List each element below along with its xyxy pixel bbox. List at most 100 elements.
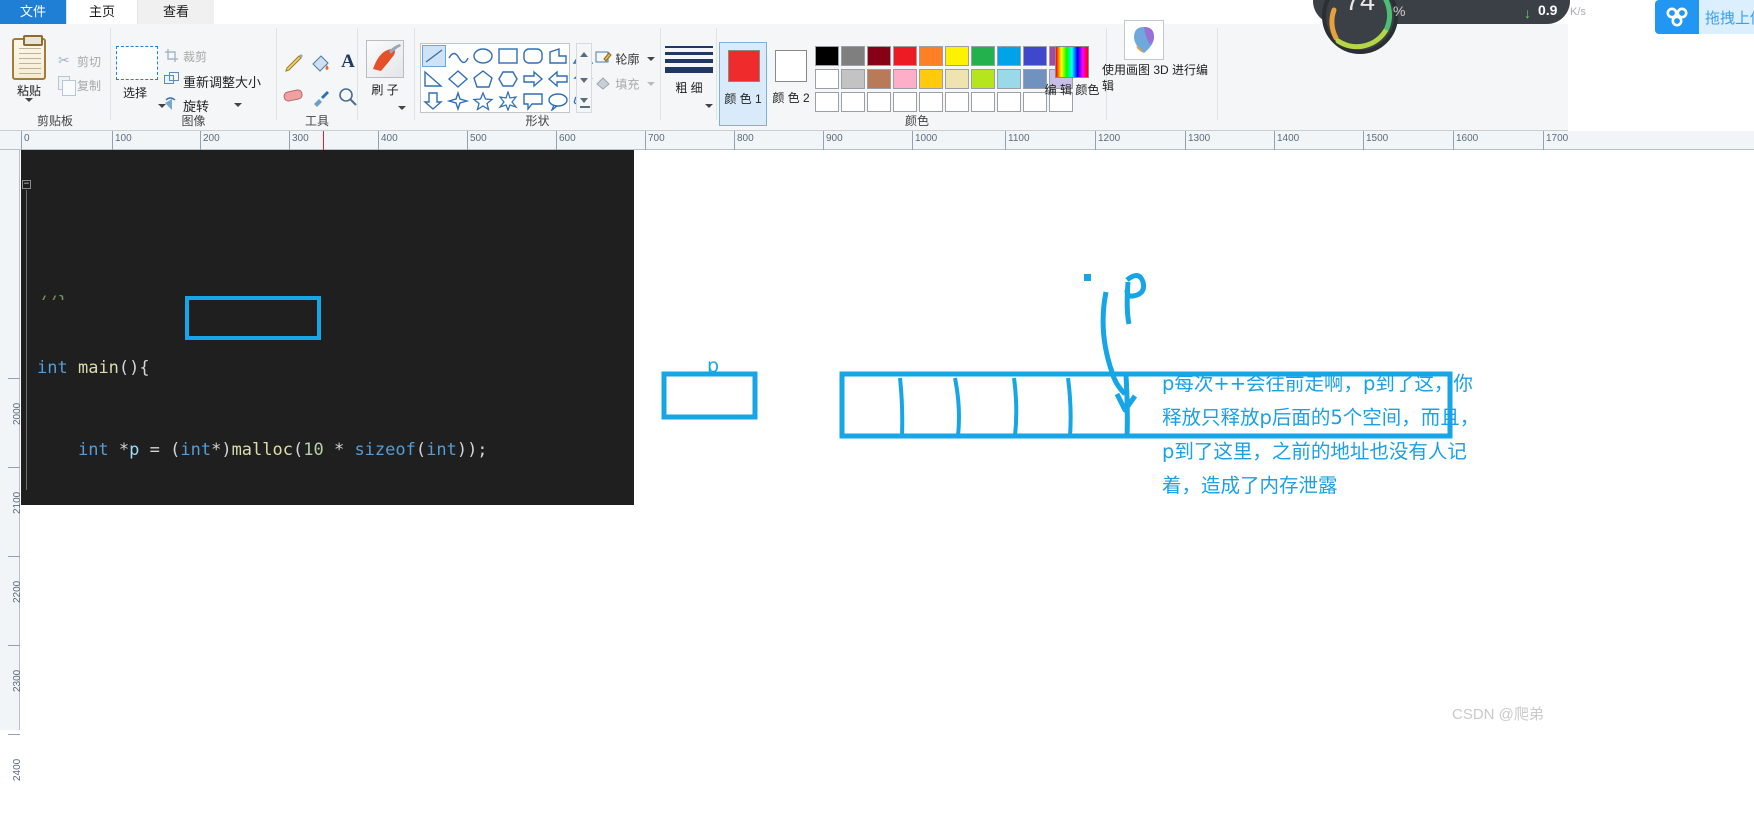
shape-oval[interactable] xyxy=(472,46,496,68)
pencil-icon[interactable] xyxy=(282,52,306,76)
shape-rectangle[interactable] xyxy=(497,46,521,68)
ruler-tick-1200: 1200 xyxy=(1098,133,1121,144)
shape-rounded-rect[interactable] xyxy=(522,46,546,68)
swatch-custom-2[interactable] xyxy=(841,92,865,112)
rotate-dropdown-caret-icon[interactable] xyxy=(234,103,242,107)
paint-canvas[interactable]: − //} int main(){ int *p = (int*)malloc(… xyxy=(21,150,1754,730)
swatch-lightgray[interactable] xyxy=(841,69,865,89)
ruler-tick-800: 800 xyxy=(737,133,754,144)
swatch-custom-1[interactable] xyxy=(815,92,839,112)
shape-callout-oval[interactable] xyxy=(547,91,571,113)
code-fold-toggle-icon[interactable]: − xyxy=(22,180,31,189)
swatch-custom-5[interactable] xyxy=(919,92,943,112)
shape-arrow-left[interactable] xyxy=(547,69,571,91)
ribbon-group-size[interactable]: 粗 细 xyxy=(661,24,717,131)
tab-home[interactable]: 主页 xyxy=(66,0,138,24)
shape-star-4[interactable] xyxy=(447,91,471,113)
ribbon-group-clipboard: 粘贴 ✂ 剪切 复制 剪贴板 xyxy=(0,24,110,131)
shapes-gallery[interactable] xyxy=(420,43,594,113)
ruler-tick-200: 200 xyxy=(203,133,220,144)
ribbon-group-tools: A 工具 xyxy=(277,24,357,131)
crop-label: 裁剪 xyxy=(183,50,208,64)
scroll-up-icon[interactable] xyxy=(580,52,588,57)
swatch-custom-7[interactable] xyxy=(971,92,995,112)
swatch-custom-8[interactable] xyxy=(997,92,1021,112)
fill-icon[interactable] xyxy=(309,52,333,76)
outline-caret-icon[interactable] xyxy=(646,57,655,61)
annotation-line-2: 释放只释放p后面的5个空间，而且， xyxy=(1162,406,1480,429)
brush-button[interactable] xyxy=(366,40,404,78)
shape-arrow-down[interactable] xyxy=(422,91,446,113)
scroll-down-icon[interactable] xyxy=(580,78,588,83)
crop-icon xyxy=(164,48,179,63)
swatch-white[interactable] xyxy=(815,69,839,89)
color-wheel-icon xyxy=(1055,46,1089,78)
shape-arrow-right[interactable] xyxy=(522,69,546,91)
edit-colors-button[interactable]: 编 辑 颜色 xyxy=(1045,46,1099,97)
horizontal-ruler[interactable]: 0 100 200 300 400 500 600 700 800 900 10… xyxy=(0,131,1754,150)
fill-button[interactable]: 填充 xyxy=(595,75,655,93)
shape-curve[interactable] xyxy=(447,46,471,68)
brush-dropdown-caret-icon[interactable] xyxy=(398,106,406,110)
swatch-brown[interactable] xyxy=(867,69,891,89)
ruler-tick-500: 500 xyxy=(470,133,487,144)
group-label-brush xyxy=(358,115,414,129)
select-tool-icon[interactable] xyxy=(116,46,158,80)
scroll-more-icon[interactable] xyxy=(580,98,588,103)
swatch-skyblue[interactable] xyxy=(997,69,1021,89)
shape-callout-rect[interactable] xyxy=(522,91,546,113)
swatch-blue[interactable] xyxy=(997,46,1021,66)
paste-dropdown-caret-icon[interactable] xyxy=(25,98,33,102)
shape-diamond[interactable] xyxy=(447,69,471,91)
eyedropper-icon[interactable] xyxy=(309,86,333,110)
shape-polygon[interactable] xyxy=(547,46,571,68)
shape-pentagon[interactable] xyxy=(472,69,496,91)
cut-label: 剪切 xyxy=(77,55,102,69)
ruler-tick-1000: 1000 xyxy=(915,133,938,144)
swatch-custom-3[interactable] xyxy=(867,92,891,112)
paint-window: 文件 主页 查看 粘贴 ✂ 剪切 复制 剪贴板 选择 裁剪 重新调整大小 旋转 … xyxy=(0,0,1754,816)
shapes-gallery-scroll[interactable] xyxy=(576,43,592,113)
swatch-green[interactable] xyxy=(971,46,995,66)
baidu-netdisk-dropzone[interactable]: 拖拽上传 xyxy=(1655,0,1754,34)
swatch-custom-4[interactable] xyxy=(893,92,917,112)
watermark: CSDN @爬弟 xyxy=(1452,706,1544,723)
swatch-darkred[interactable] xyxy=(867,46,891,66)
ruler-tick-300: 300 xyxy=(292,133,309,144)
tab-view[interactable]: 查看 xyxy=(138,0,214,24)
size-dropdown-caret-icon[interactable] xyxy=(705,104,713,108)
shape-star-6[interactable] xyxy=(497,91,521,113)
swatch-cream[interactable] xyxy=(945,69,969,89)
swatch-indigo[interactable] xyxy=(1023,46,1047,66)
fill-bucket-icon xyxy=(595,75,612,93)
shape-right-triangle[interactable] xyxy=(422,69,446,91)
eraser-icon[interactable] xyxy=(282,86,306,110)
swatch-pink[interactable] xyxy=(893,69,917,89)
swatch-black[interactable] xyxy=(815,46,839,66)
vertical-ruler[interactable]: 2000 2100 2200 2300 2400 2500 xyxy=(0,150,23,781)
swatch-gold[interactable] xyxy=(919,69,943,89)
scroll-more-bar-icon xyxy=(580,106,590,108)
swatch-red[interactable] xyxy=(893,46,917,66)
shape-star-5[interactable] xyxy=(472,91,496,113)
swatch-custom-6[interactable] xyxy=(945,92,969,112)
shape-hexagon[interactable] xyxy=(497,69,521,91)
fill-caret-icon[interactable] xyxy=(646,82,655,86)
swatch-orange[interactable] xyxy=(919,46,943,66)
pointer-box-label: p xyxy=(707,355,720,377)
swatch-yellow[interactable] xyxy=(945,46,969,66)
annotation-line-4: 着，造成了内存泄露 xyxy=(1162,474,1338,497)
swatch-lime[interactable] xyxy=(971,69,995,89)
paint3d-button[interactable] xyxy=(1124,20,1164,60)
baidu-netdisk-label: 拖拽上传 xyxy=(1705,9,1754,27)
ruler-tick-0: 0 xyxy=(24,133,30,144)
ruler-tick-1700: 1700 xyxy=(1546,133,1569,144)
ruler-tick-1100: 1100 xyxy=(1008,133,1030,144)
swatch-gray[interactable] xyxy=(841,46,865,66)
outline-button[interactable]: 轮廓 xyxy=(595,50,655,68)
stroke-size-icon[interactable] xyxy=(665,46,713,77)
shape-line[interactable] xyxy=(422,45,446,67)
code-line-1: int main(){ xyxy=(37,357,150,378)
group-label-tools: 工具 xyxy=(304,114,329,128)
tab-file[interactable]: 文件 xyxy=(0,0,66,24)
